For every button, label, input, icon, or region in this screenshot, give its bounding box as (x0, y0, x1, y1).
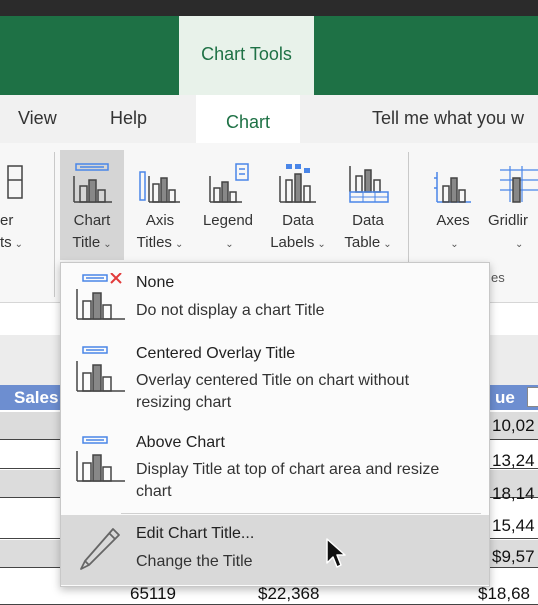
ribbon-label-2: ⌄ (450, 239, 459, 250)
ribbon-label-2: Labels ⌄ (270, 234, 326, 251)
menu-item-description: Do not display a chart Title (136, 302, 325, 319)
menu-item-title: Above Chart (136, 434, 225, 451)
gridlines-icon (500, 166, 538, 203)
ribbon-label: er (0, 212, 14, 229)
legend-button[interactable]: Legend ⌄ (196, 150, 260, 260)
menu-item-description: Overlay centered Title on chart without … (136, 372, 410, 411)
ribbon-label: Gridlir (488, 212, 528, 229)
pencil-icon (80, 528, 120, 570)
menu-item-title: Edit Chart Title... (136, 525, 255, 542)
chart-title-above-icon (76, 436, 125, 482)
cell-value: 15,44 (492, 516, 535, 535)
menu-separator (121, 513, 481, 514)
data-table-icon (349, 166, 389, 203)
mouse-cursor-icon (326, 538, 346, 568)
chart-title-dropdown: None Do not display a chart Title Center… (60, 262, 490, 587)
cell-value: 65119 (130, 584, 177, 603)
axis-titles-button[interactable]: Axis Titles ⌄ (127, 150, 193, 260)
ribbon-separator (54, 152, 55, 297)
tab-help[interactable]: Help (110, 108, 147, 129)
menu-item-description: Change the Title (136, 553, 253, 570)
chart-title-button[interactable]: Chart Title ⌄ (60, 150, 124, 260)
table-header-value: ue (495, 388, 515, 407)
cell-value: $9,57 (492, 547, 535, 566)
menu-item-edit-chart-title[interactable]: Edit Chart Title... Change the Title (61, 515, 489, 585)
gridlines-button[interactable]: Gridlir ⌄ (488, 150, 538, 260)
ribbon-label-2: ⌄ (225, 239, 234, 250)
axis-titles-icon (139, 171, 180, 203)
cell-value: 10,02 (492, 416, 535, 435)
cell-value: 13,24 (492, 451, 535, 470)
ribbon-group-label: es (491, 270, 505, 285)
ribbon-label-2: Title ⌄ (72, 234, 112, 251)
cell-value: $22,368 (258, 584, 320, 603)
ribbon-label: Chart (73, 212, 111, 229)
legend-icon (209, 163, 249, 203)
ribbon-label-2: Titles ⌄ (136, 234, 184, 251)
ribbon-label-2: ts ⌄ (0, 234, 24, 251)
tab-view[interactable]: View (18, 108, 57, 129)
ribbon-label: Legend (202, 212, 254, 229)
ribbon-label: Data (282, 212, 314, 229)
filter-dropdown-button[interactable] (527, 387, 538, 407)
chart-tools-label: Chart Tools (201, 44, 292, 64)
menu-item-above-chart[interactable]: Above Chart Display Title at top of char… (61, 423, 489, 511)
axes-button[interactable]: Axes ⌄ (422, 150, 484, 260)
cell-value: $18,68 (478, 584, 530, 603)
chart-title-overlay-icon (76, 346, 125, 392)
chart-title-icon (73, 163, 112, 203)
menu-item-description: Display Title at top of chart area and r… (136, 461, 440, 500)
tab-chart[interactable]: Chart (196, 112, 300, 133)
menu-item-none[interactable]: None Do not display a chart Title (61, 263, 489, 331)
data-labels-icon (279, 164, 316, 203)
data-table-button[interactable]: Data Table ⌄ (335, 150, 401, 260)
axes-icon (434, 172, 471, 203)
chart-icon (7, 165, 23, 199)
cell-value: 18,14 (492, 484, 535, 503)
ribbon-label-2: ⌄ (515, 239, 524, 250)
tell-me-search[interactable]: Tell me what you w (372, 108, 524, 129)
table-header-sales: Sales (14, 388, 59, 407)
ribbon-label-2: Table ⌄ (344, 234, 392, 251)
partial-ribbon-button[interactable]: er ts ⌄ (0, 150, 52, 260)
window-top-edge (0, 0, 538, 16)
menu-item-centered-overlay[interactable]: Centered Overlay Title Overlay centered … (61, 333, 489, 421)
data-labels-button[interactable]: Data Labels ⌄ (263, 150, 333, 260)
menu-item-title: None (136, 274, 175, 291)
menu-item-title: Centered Overlay Title (136, 345, 296, 362)
ribbon-label: Axis (145, 212, 175, 229)
ribbon-label: Data (352, 212, 384, 229)
chart-title-none-icon (76, 273, 125, 320)
ribbon-label: Axes (436, 212, 470, 229)
